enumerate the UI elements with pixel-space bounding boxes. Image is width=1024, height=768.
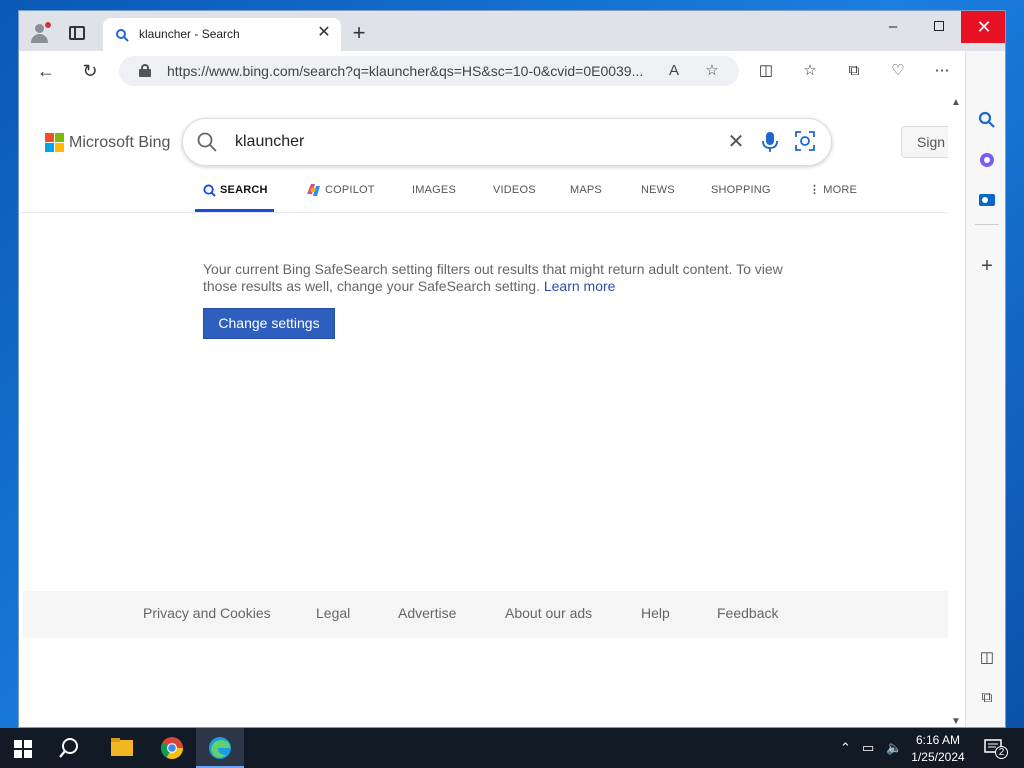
tab-copilot[interactable]: COPILOT bbox=[305, 181, 375, 212]
browser-essentials-icon[interactable]: ♡ bbox=[887, 60, 909, 82]
page-content: Microsoft Bing klauncher ✕ Sign SEARCH C… bbox=[19, 91, 965, 727]
sidebar-copilot-icon[interactable] bbox=[977, 151, 997, 171]
tab-maps[interactable]: MAPS bbox=[570, 181, 602, 212]
change-settings-button[interactable]: Change settings bbox=[203, 308, 335, 339]
footer: Privacy and Cookies Legal Advertise Abou… bbox=[23, 591, 949, 638]
footer-link-privacy[interactable]: Privacy and Cookies bbox=[143, 605, 271, 621]
volume-icon[interactable]: 🔈 bbox=[886, 740, 902, 756]
footer-link-feedback[interactable]: Feedback bbox=[717, 605, 778, 621]
search-icon[interactable] bbox=[197, 132, 217, 152]
edge-taskbar-icon[interactable] bbox=[196, 728, 244, 768]
search-box[interactable]: klauncher ✕ bbox=[182, 118, 832, 166]
tab-search-label: SEARCH bbox=[220, 184, 268, 196]
windows-start-icon[interactable] bbox=[14, 740, 32, 758]
sidebar-search-icon[interactable] bbox=[977, 111, 997, 131]
sidebar-external-link-icon[interactable]: ⧉ bbox=[977, 688, 997, 708]
scroll-up-icon[interactable]: ▲ bbox=[951, 97, 961, 108]
tab-news[interactable]: NEWS bbox=[641, 181, 675, 212]
tab-copilot-label: COPILOT bbox=[325, 184, 375, 196]
taskbar: ⌃ ▭ 🔈 6:16 AM 1/25/2024 2 bbox=[0, 728, 1024, 768]
search-favicon-icon bbox=[116, 29, 129, 42]
copilot-scope-icon bbox=[307, 184, 320, 197]
sign-in-button[interactable]: Sign bbox=[901, 126, 951, 158]
learn-more-link[interactable]: Learn more bbox=[544, 278, 616, 294]
close-button[interactable]: ✕ bbox=[961, 11, 1005, 43]
sidebar-add-icon[interactable]: + bbox=[977, 256, 997, 276]
footer-link-legal[interactable]: Legal bbox=[316, 605, 350, 621]
sidebar-divider bbox=[975, 224, 999, 225]
notification-count: 2 bbox=[995, 746, 1008, 759]
search-scope-icon bbox=[203, 184, 216, 197]
clear-search-icon[interactable]: ✕ bbox=[725, 131, 747, 153]
visual-search-icon[interactable] bbox=[795, 131, 815, 151]
tray-overflow-icon[interactable]: ⌃ bbox=[840, 740, 851, 756]
chrome-icon[interactable] bbox=[148, 728, 196, 768]
tab-search[interactable]: SEARCH bbox=[195, 181, 274, 212]
tab-title: klauncher - Search bbox=[139, 27, 240, 41]
url-text[interactable]: https://www.bing.com/search?q=klauncher&… bbox=[167, 63, 643, 79]
tab-more[interactable]: ⋮ MORE bbox=[809, 181, 857, 212]
minimize-button[interactable]: – bbox=[871, 11, 915, 43]
read-aloud-icon[interactable]: A bbox=[665, 62, 683, 80]
taskbar-search-icon[interactable] bbox=[48, 728, 96, 768]
footer-link-about-ads[interactable]: About our ads bbox=[505, 605, 592, 621]
safesearch-text: Your current Bing SafeSearch setting fil… bbox=[203, 261, 783, 294]
edge-sidebar: + ◫ ⧉ ⚙ bbox=[965, 51, 1005, 727]
profile-icon[interactable] bbox=[29, 22, 51, 44]
clock-time: 6:16 AM bbox=[915, 733, 961, 747]
search-scopes: SEARCH COPILOT IMAGES VIDEOS MAPS NEWS S… bbox=[19, 181, 949, 213]
new-tab-button[interactable]: + bbox=[349, 22, 369, 44]
sidebar-outlook-icon[interactable] bbox=[977, 191, 997, 211]
refresh-icon[interactable]: ↻ bbox=[79, 60, 101, 82]
file-explorer-icon[interactable] bbox=[98, 728, 146, 768]
footer-link-advertise[interactable]: Advertise bbox=[398, 605, 456, 621]
search-input[interactable]: klauncher bbox=[235, 133, 304, 151]
network-icon[interactable]: ▭ bbox=[862, 740, 874, 756]
safesearch-notice: Your current Bing SafeSearch setting fil… bbox=[203, 261, 803, 295]
back-icon[interactable]: ← bbox=[35, 60, 57, 82]
more-dots-icon: ⋮ bbox=[809, 184, 821, 196]
clock-date: 1/25/2024 bbox=[911, 750, 965, 764]
tab-actions-icon[interactable] bbox=[69, 26, 85, 40]
browser-window: klauncher - Search ✕ + – ✕ ← ↻ https://w… bbox=[18, 10, 1006, 728]
footer-link-help[interactable]: Help bbox=[641, 605, 670, 621]
tab-close-icon[interactable]: ✕ bbox=[315, 24, 333, 42]
maximize-button[interactable] bbox=[917, 11, 961, 43]
scroll-down-icon[interactable]: ▼ bbox=[951, 716, 961, 727]
split-screen-icon[interactable]: ◫ bbox=[755, 60, 777, 82]
sidebar-hide-icon[interactable]: ◫ bbox=[977, 648, 997, 668]
tab-active[interactable]: klauncher - Search ✕ bbox=[103, 18, 341, 51]
lock-icon[interactable] bbox=[139, 64, 151, 77]
tab-images[interactable]: IMAGES bbox=[412, 181, 456, 212]
clock[interactable]: 6:16 AM 1/25/2024 bbox=[906, 732, 970, 766]
page-scrollbar[interactable]: ▲ ▼ bbox=[948, 91, 965, 727]
browser-toolbar: ← ↻ https://www.bing.com/search?q=klaunc… bbox=[19, 51, 1005, 91]
title-bar: klauncher - Search ✕ + – ✕ bbox=[19, 11, 1005, 51]
tab-videos[interactable]: VIDEOS bbox=[493, 181, 536, 212]
brand-name: Microsoft Bing bbox=[69, 134, 171, 151]
favorites-icon[interactable]: ☆ bbox=[799, 60, 821, 82]
favorite-star-icon[interactable]: ☆ bbox=[703, 62, 721, 80]
address-bar[interactable]: https://www.bing.com/search?q=klauncher&… bbox=[119, 56, 739, 86]
microsoft-logo-icon bbox=[45, 133, 65, 153]
tab-more-label: MORE bbox=[823, 184, 858, 196]
collections-icon[interactable]: ⧉ bbox=[843, 60, 865, 82]
more-options-icon[interactable]: ⋯ bbox=[931, 60, 953, 82]
tab-shopping[interactable]: SHOPPING bbox=[711, 181, 771, 212]
microphone-icon[interactable] bbox=[761, 131, 779, 153]
notification-icon[interactable]: 2 bbox=[984, 738, 1008, 759]
